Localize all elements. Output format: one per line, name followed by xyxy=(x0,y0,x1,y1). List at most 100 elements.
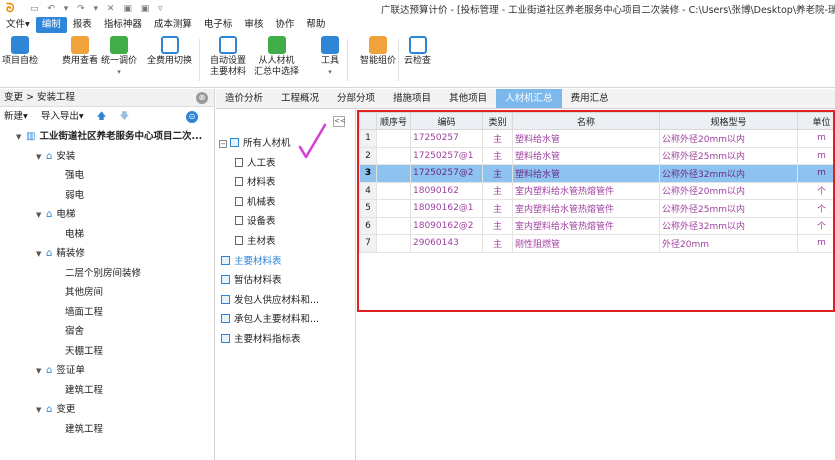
tree-node[interactable]: ▼ ⌂ 电梯 xyxy=(0,205,214,225)
material-category-item[interactable]: 暂估材料表 xyxy=(219,271,355,291)
tree-node[interactable]: 强电 xyxy=(0,166,214,186)
table-row[interactable]: 3 17250257@2 主塑料给水管 公称外径32mm以内 m xyxy=(359,164,833,183)
cell-code[interactable]: 17250257@2 xyxy=(410,164,483,183)
cell-name[interactable]: 塑料给水管 xyxy=(512,129,660,148)
tree-node[interactable]: ▼ ⌂ 安装 xyxy=(0,147,214,167)
cell-code[interactable]: 18090162@2 xyxy=(410,216,483,235)
fee-view-button[interactable]: 费用查看 xyxy=(62,36,98,67)
menu-item[interactable]: 成本测算 xyxy=(148,17,198,33)
tree-node[interactable]: 墙面工程 xyxy=(0,303,214,323)
cell-spec[interactable]: 公称外径25mm以内 xyxy=(659,199,798,218)
cell-unit[interactable]: m xyxy=(797,129,833,148)
cell-spec[interactable]: 公称外径20mm以内 xyxy=(659,181,798,200)
cell-rn[interactable]: 6 xyxy=(359,216,377,235)
cell-unit[interactable]: m xyxy=(797,164,833,183)
cell-code[interactable]: 17250257@1 xyxy=(410,146,483,165)
tab[interactable]: 费用汇总 xyxy=(562,89,618,108)
material-category-item[interactable]: 材料表 xyxy=(219,173,355,193)
menu-item[interactable]: 报表 xyxy=(67,17,98,33)
tools-button[interactable]: 工具 ▾ xyxy=(321,36,339,78)
cell-unit[interactable]: 个 xyxy=(797,181,833,200)
new-button[interactable]: 新建▾ xyxy=(4,111,28,122)
tab[interactable]: 分部分项 xyxy=(328,89,384,108)
tree-node[interactable]: ▼ ▥ 工业街道社区养老服务中心项目二次... xyxy=(0,127,214,147)
cell-code[interactable]: 29060143 xyxy=(410,234,483,253)
column-header[interactable]: 单位 xyxy=(797,112,833,130)
material-category-item[interactable]: 承包人主要材料和... xyxy=(219,310,355,330)
cell-name[interactable]: 刚性阻燃管 xyxy=(512,234,660,253)
menu-item[interactable]: 电子标 xyxy=(198,17,239,33)
table-row[interactable]: 2 17250257@1 主塑料给水管 公称外径25mm以内 m xyxy=(359,146,833,165)
tree-node[interactable]: 建筑工程 xyxy=(0,420,214,440)
tree-node[interactable]: 天棚工程 xyxy=(0,342,214,362)
menu-item[interactable]: 审核 xyxy=(238,17,269,33)
move-down-icon[interactable]: 🡇 xyxy=(119,111,129,122)
material-category-item[interactable]: 主材表 xyxy=(219,232,355,252)
cell-seq[interactable] xyxy=(376,199,411,218)
cell-cat[interactable]: 主 xyxy=(482,216,513,235)
cell-name[interactable]: 塑料给水管 xyxy=(512,146,660,165)
cell-rn[interactable]: 7 xyxy=(359,234,377,253)
cell-seq[interactable] xyxy=(376,181,411,200)
expand-arrow-icon[interactable]: ▼ xyxy=(36,206,46,226)
cell-spec[interactable]: 公称外径20mm以内 xyxy=(659,129,798,148)
cell-cat[interactable]: 主 xyxy=(482,164,513,183)
cell-seq[interactable] xyxy=(376,164,411,183)
cell-spec[interactable]: 外径20mm xyxy=(659,234,798,253)
cell-spec[interactable]: 公称外径32mm以内 xyxy=(659,216,798,235)
cell-unit[interactable]: m xyxy=(797,146,833,165)
column-header[interactable]: 顺序号 xyxy=(376,112,411,130)
full-fee-switch-button[interactable]: 全费用切换 xyxy=(147,36,192,67)
table-row[interactable]: 7 29060143 主刚性阻燃管 外径20mm m xyxy=(359,234,833,253)
tree-node[interactable]: 建筑工程 xyxy=(0,381,214,401)
table-row[interactable]: 1 17250257 主塑料给水管 公称外径20mm以内 m xyxy=(359,129,833,148)
cell-cat[interactable]: 主 xyxy=(482,199,513,218)
cell-name[interactable]: 室内塑料给水管热熔管件 xyxy=(512,199,660,218)
material-category-item[interactable]: 发包人供应材料和... xyxy=(219,291,355,311)
panel-close-icon[interactable]: ⊗ xyxy=(196,92,208,104)
tree-node[interactable]: 二层个别房间装修 xyxy=(0,264,214,284)
project-self-check-button[interactable]: 项目自检 xyxy=(2,36,38,67)
cell-seq[interactable] xyxy=(376,129,411,148)
collapse-node-icon[interactable]: − xyxy=(219,140,227,148)
cell-seq[interactable] xyxy=(376,234,411,253)
tree-node[interactable]: ▼ ⌂ 变更 xyxy=(0,400,214,420)
expand-arrow-icon[interactable]: ▼ xyxy=(16,128,26,148)
import-export-button[interactable]: 导入导出▾ xyxy=(41,111,84,122)
table-row[interactable]: 4 18090162 主室内塑料给水管热熔管件 公称外径20mm以内个 xyxy=(359,181,833,200)
tree-node[interactable]: 其他房间 xyxy=(0,283,214,303)
menu-item[interactable]: 编制 xyxy=(35,17,67,33)
tree-node[interactable]: ▼ ⌂ 精装修 xyxy=(0,244,214,264)
cell-rn[interactable]: 1 xyxy=(359,129,377,148)
tree-node[interactable]: 电梯 xyxy=(0,225,214,245)
cell-unit[interactable]: m xyxy=(797,234,833,253)
column-header[interactable]: 规格型号 xyxy=(659,112,798,130)
column-header[interactable] xyxy=(359,112,377,130)
expand-arrow-icon[interactable]: ▼ xyxy=(36,401,46,421)
cell-spec[interactable]: 公称外径25mm以内 xyxy=(659,146,798,165)
tab[interactable]: 人材机汇总 xyxy=(496,89,562,108)
cell-seq[interactable] xyxy=(376,216,411,235)
cell-name[interactable]: 室内塑料给水管热熔管件 xyxy=(512,181,660,200)
cell-code[interactable]: 17250257 xyxy=(410,129,483,148)
select-from-summary-button[interactable]: 从人材机 汇总中选择 xyxy=(254,36,299,78)
expand-arrow-icon[interactable]: ▼ xyxy=(36,245,46,265)
cell-rn[interactable]: 5 xyxy=(359,199,377,218)
smart-pricing-button[interactable]: 智能组价 xyxy=(360,36,396,67)
menu-item[interactable]: 指标神器 xyxy=(98,17,148,33)
column-header[interactable]: 名称 xyxy=(512,112,660,130)
cell-code[interactable]: 18090162@1 xyxy=(410,199,483,218)
menu-item[interactable]: 协作 xyxy=(269,17,300,33)
cell-code[interactable]: 18090162 xyxy=(410,181,483,200)
menu-item[interactable]: 文件▾ xyxy=(0,17,36,33)
menu-item[interactable]: 帮助 xyxy=(300,17,331,33)
cell-rn[interactable]: 2 xyxy=(359,146,377,165)
cell-unit[interactable]: 个 xyxy=(797,199,833,218)
column-header[interactable]: 类别 xyxy=(482,112,513,130)
cell-cat[interactable]: 主 xyxy=(482,234,513,253)
cell-rn[interactable]: 4 xyxy=(359,181,377,200)
tree-settings-icon[interactable]: ⊙ xyxy=(186,111,198,123)
cell-cat[interactable]: 主 xyxy=(482,146,513,165)
table-row[interactable]: 6 18090162@2 主室内塑料给水管热熔管件 公称外径32mm以内个 xyxy=(359,216,833,235)
material-category-item[interactable]: 设备表 xyxy=(219,212,355,232)
